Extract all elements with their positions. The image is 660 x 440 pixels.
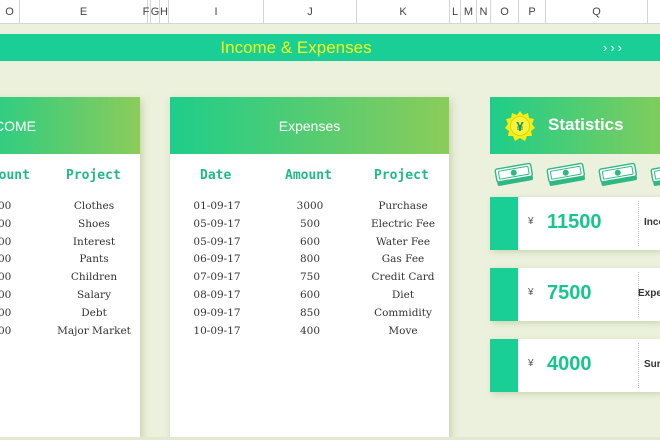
column-header-f[interactable]: F — [142, 0, 151, 24]
stat-label: Surplus — [644, 359, 660, 370]
expenses-amount-cell: 600 — [299, 235, 321, 248]
expenses-amount-header: Amount — [285, 168, 332, 183]
money-stack-icon — [545, 161, 589, 187]
expenses-project-cell: Purchase — [378, 200, 428, 212]
expenses-amount-cell: 3000 — [296, 200, 324, 212]
expenses-amount-cell: 500 — [299, 217, 321, 230]
expenses-panel-title: Expenses — [278, 117, 341, 134]
stat-card-income: ¥ 11500 Income — [490, 197, 660, 250]
column-header-h[interactable]: H — [160, 0, 169, 24]
stat-currency: ¥ — [528, 287, 534, 298]
column-header-l[interactable]: L — [450, 0, 461, 24]
income-amount-cell: 1200 — [0, 306, 12, 319]
expenses-date-cell: 09-09-17 — [193, 306, 241, 319]
expenses-date-header: Date — [200, 168, 232, 183]
column-header-k[interactable]: K — [357, 0, 450, 24]
income-amount-cell: 4500 — [0, 253, 12, 266]
income-amount-cell: 5600 — [0, 235, 12, 248]
statistics-header: ¥ Statistics — [490, 97, 660, 154]
stat-currency: ¥ — [528, 216, 534, 227]
column-header-e[interactable]: E — [20, 0, 148, 24]
stat-card-accent-bar — [490, 268, 518, 321]
income-project-cell: Major Market — [57, 324, 131, 337]
column-header-q[interactable]: Q — [546, 0, 648, 24]
income-project-cell: Pants — [79, 253, 109, 266]
stat-value: 11500 — [547, 211, 602, 233]
spreadsheet-column-headers: O E F G H I J K L M N O P Q — [0, 0, 660, 24]
expenses-date-cell: 08-09-17 — [193, 289, 241, 301]
expenses-project-cell: Water Fee — [375, 235, 431, 248]
expenses-amount-cell: 400 — [299, 324, 321, 337]
stat-label: Income — [644, 217, 660, 228]
column-header-p[interactable]: P — [519, 0, 546, 24]
expenses-amount-cell: 750 — [299, 271, 321, 284]
expenses-amount-cell: 800 — [299, 253, 321, 266]
income-project-cell: Children — [70, 271, 118, 284]
chevrons-right-icon: ››› — [603, 40, 625, 55]
column-header-j[interactable]: J — [264, 0, 357, 24]
column-header-o2[interactable]: O — [491, 0, 519, 24]
stat-currency: ¥ — [528, 358, 534, 369]
stat-card-expenses: ¥ 7500 Expenses — [490, 268, 660, 321]
expenses-amount-cell: 850 — [299, 306, 321, 319]
yen-badge-icon: ¥ — [505, 111, 535, 141]
banner-title: Income & Expenses — [220, 38, 372, 57]
income-amount-header: Amount — [0, 168, 30, 183]
money-stack-icon — [649, 161, 660, 187]
income-project-cell: Shoes — [78, 217, 110, 230]
stat-card-accent-bar — [490, 197, 518, 250]
expenses-project-cell: Commidity — [374, 306, 432, 319]
income-amount-cell: 3000 — [0, 200, 12, 212]
stat-value: 7500 — [547, 282, 592, 304]
expenses-date-cell: 06-09-17 — [193, 253, 241, 266]
expenses-project-cell: Move — [388, 324, 418, 337]
expenses-panel: Expenses — [170, 97, 449, 440]
income-panel: INCOME — [0, 97, 140, 440]
expenses-date-cell: 05-09-17 — [193, 217, 241, 230]
income-amount-cell: 3600 — [0, 324, 12, 337]
stat-divider — [638, 343, 639, 388]
income-project-cell: Interest — [72, 235, 116, 248]
statistics-title: Statistics — [548, 115, 624, 134]
column-header-g[interactable]: G — [151, 0, 160, 24]
expenses-project-header: Project — [374, 168, 429, 183]
expenses-date-cell: 05-09-17 — [193, 235, 241, 248]
income-amount-cell: 4000 — [0, 217, 12, 230]
expenses-project-cell: Credit Card — [371, 271, 435, 284]
column-header-i[interactable]: I — [169, 0, 264, 24]
stat-value: 4000 — [547, 353, 592, 375]
income-amount-cell: 9000 — [0, 289, 12, 301]
stat-label: Expenses — [638, 288, 660, 299]
expenses-amount-cell: 600 — [299, 289, 321, 301]
column-header-n[interactable]: N — [477, 0, 491, 24]
expenses-project-cell: Diet — [391, 289, 415, 301]
income-project-header: Project — [66, 168, 121, 183]
income-project-cell: Debt — [81, 306, 107, 319]
income-amount-cell: 6500 — [0, 271, 12, 284]
expenses-project-cell: Electric Fee — [370, 217, 436, 230]
money-stack-icon — [597, 161, 641, 187]
stat-card-accent-bar — [490, 339, 518, 392]
expenses-project-cell: Gas Fee — [381, 253, 425, 266]
title-banner: Income & Expenses ››› — [0, 34, 660, 61]
money-stack-icon — [493, 161, 537, 187]
stat-divider — [638, 201, 639, 246]
expenses-date-cell: 10-09-17 — [193, 324, 241, 337]
column-header-m[interactable]: M — [461, 0, 477, 24]
income-project-cell: Clothes — [73, 200, 115, 212]
expenses-panel-header: Expenses — [170, 97, 449, 154]
badge-yen-symbol: ¥ — [516, 119, 524, 134]
stat-card-surplus: ¥ 4000 Surplus — [490, 339, 660, 392]
expenses-date-cell: 07-09-17 — [193, 271, 241, 284]
expenses-date-cell: 01-09-17 — [193, 200, 241, 212]
income-panel-header: INCOME — [0, 97, 140, 154]
column-header-o[interactable]: O — [0, 0, 20, 24]
income-panel-title: INCOME — [0, 117, 36, 134]
income-project-cell: Salary — [76, 289, 112, 301]
